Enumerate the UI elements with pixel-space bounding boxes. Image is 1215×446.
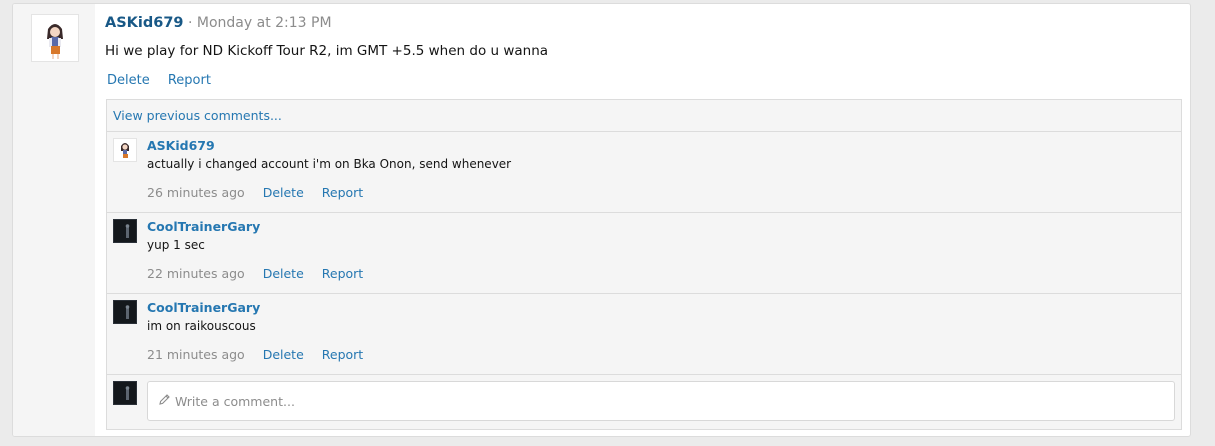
comment-footer: 26 minutes ago Delete Report bbox=[147, 185, 377, 200]
view-previous-comments-link[interactable]: View previous comments... bbox=[113, 108, 282, 123]
comments-panel: View previous comments... ASKid679 actua… bbox=[106, 99, 1182, 430]
comment-delete-link[interactable]: Delete bbox=[263, 266, 304, 281]
write-comment-input[interactable]: Write a comment... bbox=[147, 381, 1175, 421]
comment-delete-link[interactable]: Delete bbox=[263, 185, 304, 200]
post-actions: Delete Report bbox=[107, 73, 225, 88]
anime-girl-avatar[interactable] bbox=[113, 138, 137, 162]
comment-delete-link[interactable]: Delete bbox=[263, 347, 304, 362]
meta-separator: · bbox=[187, 15, 193, 31]
comment-time[interactable]: 26 minutes ago bbox=[147, 185, 245, 200]
comment-text: im on raikouscous bbox=[147, 319, 256, 333]
comment-time[interactable]: 21 minutes ago bbox=[147, 347, 245, 362]
avatar-gutter bbox=[13, 4, 95, 436]
post-message: Hi we play for ND Kickoff Tour R2, im GM… bbox=[105, 43, 549, 59]
dark-figure-avatar bbox=[113, 381, 137, 405]
dark-figure-avatar[interactable] bbox=[113, 219, 137, 243]
comment-report-link[interactable]: Report bbox=[322, 347, 363, 362]
post-date[interactable]: Monday at 2:13 PM bbox=[197, 15, 332, 31]
post-author-link[interactable]: ASKid679 bbox=[105, 15, 184, 31]
comment-item: CoolTrainerGary im on raikouscous 21 min… bbox=[107, 294, 1181, 375]
post-report-link[interactable]: Report bbox=[168, 73, 211, 88]
profile-post-card: ASKid679 · Monday at 2:13 PM Hi we play … bbox=[12, 3, 1191, 437]
view-previous-row: View previous comments... bbox=[107, 100, 1181, 132]
post-delete-link[interactable]: Delete bbox=[107, 73, 150, 88]
comment-item: ASKid679 actually i changed account i'm … bbox=[107, 132, 1181, 213]
dark-figure-avatar[interactable] bbox=[113, 300, 137, 324]
comment-report-link[interactable]: Report bbox=[322, 266, 363, 281]
comment-text: yup 1 sec bbox=[147, 238, 205, 252]
comment-author-link[interactable]: CoolTrainerGary bbox=[147, 219, 260, 234]
comment-time[interactable]: 22 minutes ago bbox=[147, 266, 245, 281]
anime-girl-avatar[interactable] bbox=[31, 14, 79, 62]
write-comment-placeholder: Write a comment... bbox=[175, 393, 295, 409]
reply-row: Write a comment... bbox=[107, 375, 1181, 426]
pencil-icon bbox=[158, 393, 171, 409]
comment-report-link[interactable]: Report bbox=[322, 185, 363, 200]
post-meta: ASKid679 · Monday at 2:13 PM bbox=[105, 15, 332, 31]
comment-item: CoolTrainerGary yup 1 sec 22 minutes ago… bbox=[107, 213, 1181, 294]
comment-text: actually i changed account i'm on Bka On… bbox=[147, 157, 512, 171]
comment-footer: 21 minutes ago Delete Report bbox=[147, 347, 377, 362]
comment-footer: 22 minutes ago Delete Report bbox=[147, 266, 377, 281]
comment-author-link[interactable]: CoolTrainerGary bbox=[147, 300, 260, 315]
comment-author-link[interactable]: ASKid679 bbox=[147, 138, 215, 153]
